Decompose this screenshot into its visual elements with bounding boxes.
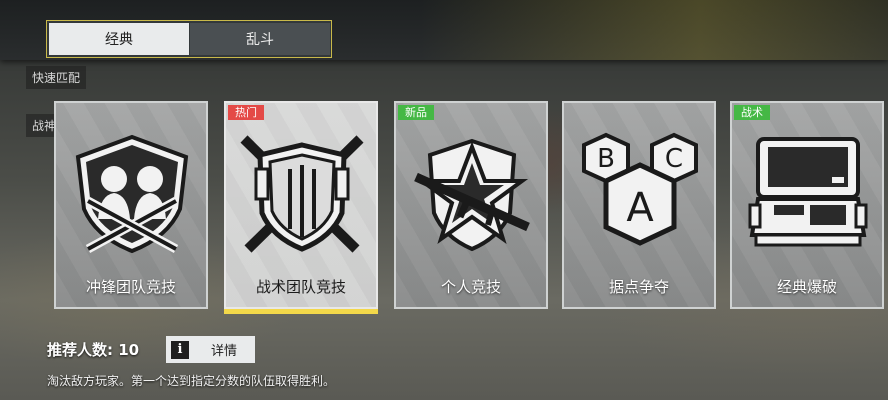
svg-text:B: B <box>597 144 615 174</box>
mode-description: 淘汰敌方玩家。第一个达到指定分数的队伍取得胜利。 <box>47 374 336 388</box>
mode-card-label: 冲锋团队竞技 <box>85 278 176 296</box>
selected-indicator <box>224 309 378 314</box>
mode-card-domination[interactable]: B C A 据点争夺 <box>562 101 716 309</box>
abc-hexagon-icon: B C A <box>576 129 704 257</box>
recommended-players: 推荐人数: 10 <box>47 341 140 359</box>
mode-card-label: 经典爆破 <box>776 278 837 296</box>
info-icon: i <box>171 340 189 359</box>
mode-category-tabs: 经典 乱斗 <box>46 20 332 58</box>
quick-match-label: 快速匹配 <box>26 66 87 89</box>
tab-brawl[interactable]: 乱斗 <box>190 23 330 55</box>
top-bar-accent <box>420 0 888 60</box>
tactical-shield-icon <box>238 129 366 257</box>
new-badge: 新品 <box>398 105 434 120</box>
mode-card-label: 战术团队竞技 <box>255 278 346 296</box>
details-button[interactable]: i 详情 <box>166 336 255 363</box>
mode-card-search-and-destroy[interactable]: 战术 经典爆破 <box>730 101 884 309</box>
mode-card-free-for-all[interactable]: 新品 个人竞技 <box>394 101 548 309</box>
svg-text:C: C <box>665 144 683 174</box>
mode-card-label: 据点争夺 <box>608 278 669 296</box>
tactic-badge: 战术 <box>734 105 770 120</box>
tab-classic[interactable]: 经典 <box>49 23 189 55</box>
hot-badge: 热门 <box>228 105 264 120</box>
mode-card-team-deathmatch[interactable]: 冲锋团队竞技 <box>54 101 208 309</box>
star-rifle-icon <box>408 129 536 257</box>
team-deathmatch-icon <box>68 129 196 257</box>
bomb-case-icon <box>744 129 872 257</box>
mode-card-label: 个人竞技 <box>440 278 501 296</box>
mode-card-tactical-tdm[interactable]: 热门 战术团队竞技 <box>224 101 378 314</box>
svg-text:A: A <box>626 185 654 231</box>
details-label: 详情 <box>211 344 238 359</box>
